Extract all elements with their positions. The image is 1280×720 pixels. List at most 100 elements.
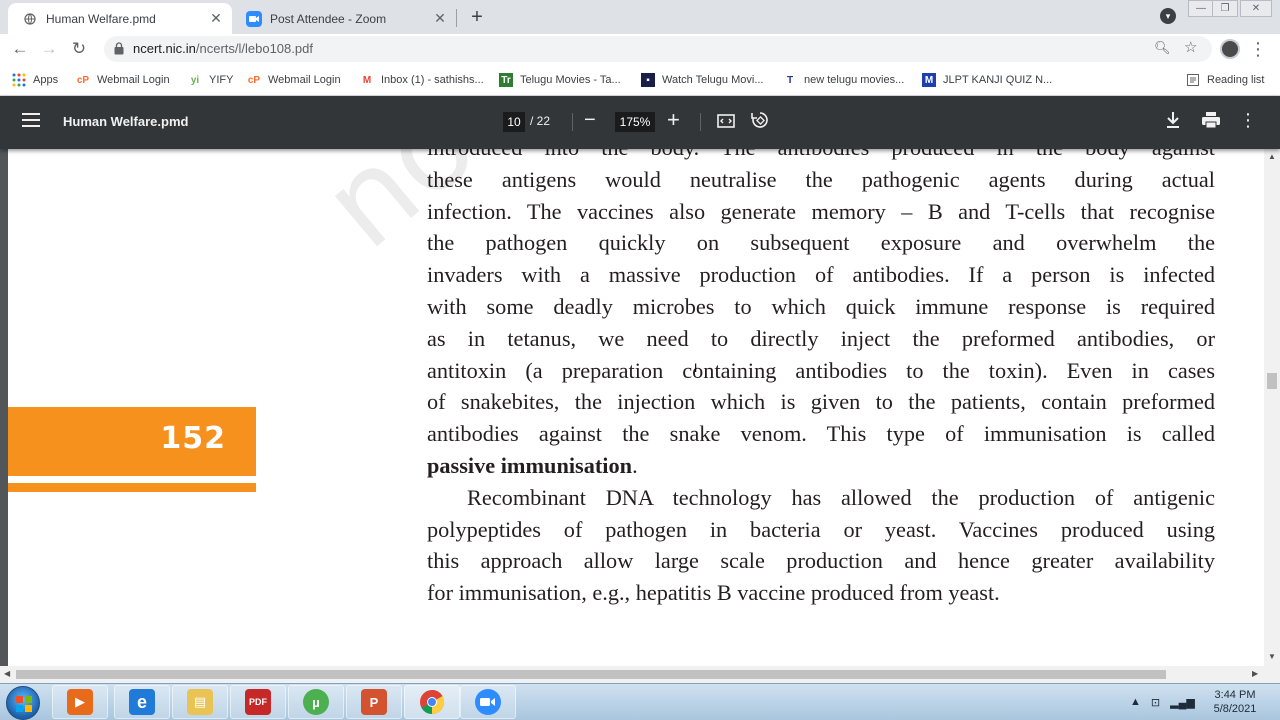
tab-separator <box>456 9 457 27</box>
bookmark-jlpt[interactable]: M JLPT KANJI QUIZ N... <box>922 71 1052 89</box>
bookmark-label: YIFY <box>209 74 234 86</box>
bookmark-label: Webmail Login <box>268 74 341 86</box>
reload-icon[interactable]: ↻ <box>68 38 90 60</box>
print-icon[interactable] <box>1201 111 1221 129</box>
taskbar-zoom[interactable] <box>460 685 516 719</box>
bookmark-label: new telugu movies... <box>804 74 905 86</box>
tab-human-welfare[interactable]: Human Welfare.pmd ✕ <box>8 3 232 34</box>
bookmark-yify[interactable]: yi YIFY <box>188 71 234 89</box>
zoom-out-icon[interactable]: − <box>584 109 596 132</box>
text-line: this approach allow large scale producti… <box>427 548 1215 574</box>
restore-button[interactable]: ❐ <box>1212 0 1238 17</box>
clock-time: 3:44 PM <box>1214 689 1256 701</box>
movie-icon: ▪ <box>641 73 655 87</box>
file-explorer-icon: ▤ <box>187 689 213 715</box>
taskbar-media-player[interactable]: ▶ <box>52 685 108 719</box>
rotate-icon[interactable] <box>750 110 770 130</box>
taskbar-pdf-reader[interactable]: PDF <box>230 685 286 719</box>
bookmark-label: Inbox (1) - sathishs... <box>381 74 484 86</box>
text-line: the pathogen quickly on subsequent expos… <box>427 230 1215 256</box>
reading-list-button[interactable]: Reading list <box>1186 71 1264 89</box>
text-line: invaders with a massive production of an… <box>427 262 1215 288</box>
text-line: infection. The vaccines also generate me… <box>427 198 1215 224</box>
pdf-viewer[interactable]: not to be 152 introduced into the body. … <box>0 149 1280 683</box>
vertical-scroll-thumb[interactable] <box>1267 373 1277 389</box>
vertical-scrollbar[interactable]: ▲ ▼ <box>1264 149 1280 683</box>
toolbar-divider <box>572 113 573 131</box>
taskbar-utorrent[interactable]: µ <box>288 685 344 719</box>
fit-to-page-icon[interactable] <box>716 111 736 131</box>
globe-icon <box>22 11 38 27</box>
taskbar-internet-explorer[interactable]: e <box>114 685 170 719</box>
bookmark-inbox[interactable]: M Inbox (1) - sathishs... <box>360 71 484 89</box>
zoom-app-icon <box>475 689 501 715</box>
bookmark-watch-telugu[interactable]: ▪ Watch Telugu Movi... <box>641 71 764 89</box>
back-arrow-icon[interactable]: ← <box>9 38 31 60</box>
address-bar[interactable]: ncert.nic.in/ncerts/l/lebo108.pdf 🔍︎ ☆ <box>104 36 1212 62</box>
m-icon: M <box>922 73 936 87</box>
scroll-left-arrow-icon[interactable]: ◀ <box>4 669 10 678</box>
forward-arrow-icon[interactable]: → <box>38 38 60 60</box>
bookmark-star-icon[interactable]: ☆ <box>1184 38 1197 56</box>
text-line: Recombinant DNA technology has allowed t… <box>467 484 1215 510</box>
chrome-icon <box>419 689 445 715</box>
tab-title: Post Attendee - Zoom <box>270 11 387 26</box>
more-options-icon[interactable]: ⋮ <box>1239 110 1257 130</box>
start-button[interactable] <box>6 686 40 720</box>
bookmarks-bar: Apps cP Webmail Login yi YIFY cP Webmail… <box>0 64 1280 96</box>
hamburger-menu-icon[interactable] <box>22 113 40 131</box>
bookmark-label: JLPT KANJI QUIZ N... <box>943 74 1053 86</box>
show-hidden-icons-icon[interactable]: ▲ <box>1130 696 1141 708</box>
bookmark-apps[interactable]: Apps <box>12 71 58 89</box>
new-tab-button[interactable]: + <box>466 6 488 28</box>
bookmark-webmail-2[interactable]: cP Webmail Login <box>247 71 341 89</box>
reading-list-icon <box>1186 73 1200 87</box>
zoom-in-icon[interactable]: + <box>667 107 680 133</box>
internet-explorer-icon: e <box>129 689 155 715</box>
tr-icon: Tr <box>499 73 513 87</box>
tab-strip: Human Welfare.pmd ✕ Post Attendee - Zoom… <box>0 0 1280 34</box>
network-icon[interactable]: ▂▄▆ <box>1170 696 1195 709</box>
browser-menu-icon[interactable]: ⋮ <box>1249 38 1267 60</box>
bookmark-webmail-1[interactable]: cP Webmail Login <box>76 71 170 89</box>
tab-zoom[interactable]: Post Attendee - Zoom ✕ <box>232 3 456 34</box>
body-text: introduced into the body. The antibodies… <box>427 149 1215 609</box>
lock-icon[interactable] <box>114 42 124 55</box>
bold-term-suffix: . <box>632 452 638 478</box>
page-number-input[interactable]: 10 <box>503 112 525 132</box>
close-icon[interactable]: ✕ <box>432 10 448 27</box>
scroll-down-arrow-icon[interactable]: ▼ <box>1268 652 1276 661</box>
bookmark-label: Webmail Login <box>97 74 170 86</box>
text-line: antibodies against the snake venom. This… <box>427 421 1215 447</box>
scroll-up-arrow-icon[interactable]: ▲ <box>1268 152 1276 161</box>
taskbar-chrome[interactable] <box>404 685 460 719</box>
t-icon: T <box>786 74 794 86</box>
taskbar-file-explorer[interactable]: ▤ <box>172 685 228 719</box>
taskbar-clock[interactable]: 3:44 PM 5/8/2021 <box>1204 688 1266 716</box>
page-number: 152 <box>160 421 226 456</box>
text-line: with some deadly microbes to which quick… <box>427 293 1215 319</box>
usb-device-icon[interactable]: ⊡ <box>1151 696 1160 709</box>
text-line: introduced into the body. The antibodies… <box>427 149 1215 164</box>
bookmark-telugu-movies[interactable]: Tr Telugu Movies - Ta... <box>499 71 621 89</box>
bookmark-label: Watch Telugu Movi... <box>662 74 764 86</box>
toolbar-divider <box>700 113 701 131</box>
taskbar-powerpoint[interactable]: P <box>346 685 402 719</box>
profile-avatar[interactable] <box>1220 39 1240 59</box>
horizontal-scrollbar[interactable]: ◀ ▶ <box>0 666 1264 683</box>
tab-search-icon[interactable]: ▾ <box>1160 8 1176 24</box>
yify-icon: yi <box>190 74 200 86</box>
close-window-button[interactable]: ✕ <box>1240 0 1272 17</box>
scroll-right-arrow-icon[interactable]: ▶ <box>1252 669 1258 678</box>
magnifier-zoom-icon[interactable]: 🔍︎ <box>1154 40 1171 56</box>
minimize-button[interactable]: — <box>1188 0 1214 17</box>
url-text[interactable]: ncert.nic.in/ncerts/l/lebo108.pdf <box>133 41 313 56</box>
media-player-icon: ▶ <box>67 689 93 715</box>
download-icon[interactable] <box>1164 110 1182 130</box>
horizontal-scroll-thumb[interactable] <box>16 670 1166 679</box>
bookmark-label: Apps <box>33 74 59 86</box>
cp-icon: cP <box>247 74 261 86</box>
bookmark-new-telugu[interactable]: T new telugu movies... <box>783 71 904 89</box>
zoom-level-input[interactable]: 175% <box>615 112 655 132</box>
close-icon[interactable]: ✕ <box>208 10 224 27</box>
